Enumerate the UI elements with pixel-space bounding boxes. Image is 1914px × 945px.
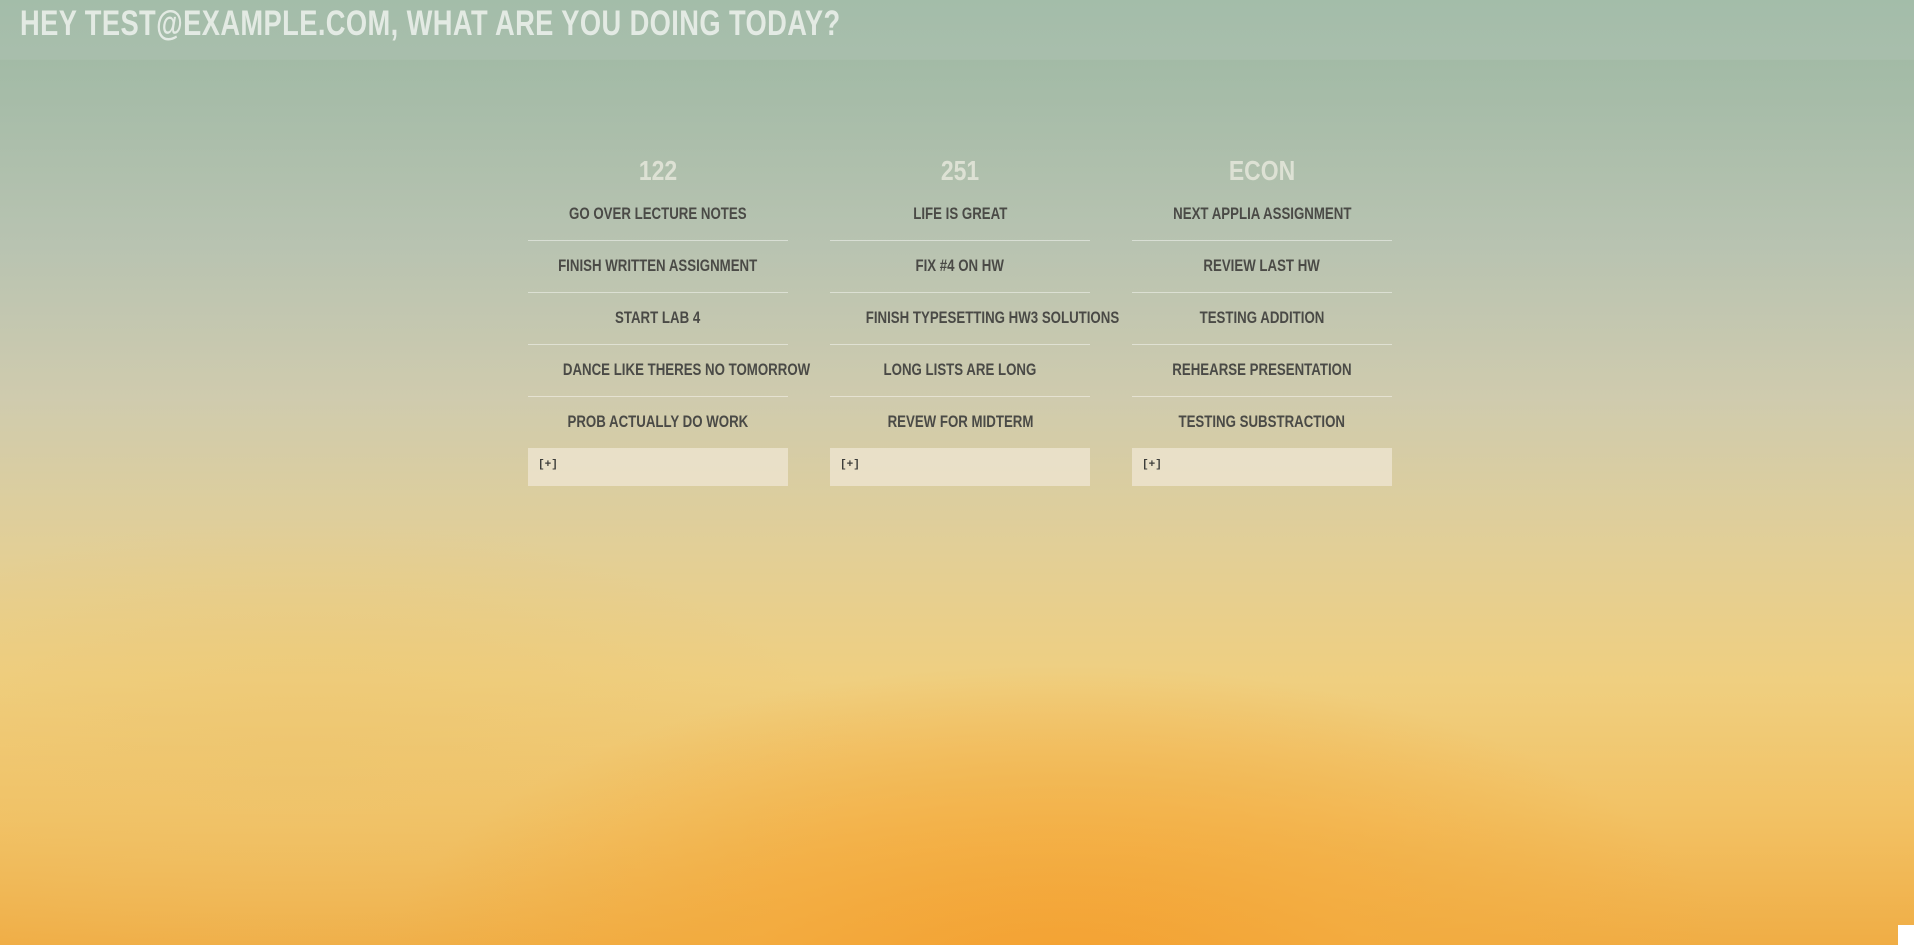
column-251: 251 LIFE IS GREAT FIX #4 ON HW FINISH TY… — [830, 153, 1119, 486]
add-item-input[interactable]: [+] — [830, 448, 1090, 486]
list-item[interactable]: REHEARSE PRESENTATION — [1132, 345, 1392, 397]
header-bar: HEY TEST@EXAMPLE.COM, WHAT ARE YOU DOING… — [0, 0, 1914, 59]
list-item[interactable]: GO OVER LECTURE NOTES — [528, 189, 788, 241]
greeting-title: HEY TEST@EXAMPLE.COM, WHAT ARE YOU DOING… — [20, 4, 841, 43]
list-item[interactable]: TESTING SUBSTRACTION — [1132, 397, 1392, 448]
add-item-input[interactable]: [+] — [1132, 448, 1392, 486]
column-title: 251 — [940, 155, 980, 186]
list-item[interactable]: TESTING ADDITION — [1132, 293, 1392, 345]
list-item[interactable]: FIX #4 ON HW — [830, 241, 1090, 293]
list-item[interactable]: LONG LISTS ARE LONG — [830, 345, 1090, 397]
add-item-label: [+] — [840, 459, 860, 471]
list-item[interactable]: PROB ACTUALLY DO WORK — [528, 397, 788, 448]
add-item-label: [+] — [538, 459, 558, 471]
list-item[interactable]: START LAB 4 — [528, 293, 788, 345]
column-122: 122 GO OVER LECTURE NOTES FINISH WRITTEN… — [528, 153, 810, 486]
add-item-input[interactable]: [+] — [528, 448, 788, 486]
list-item[interactable]: FINISH TYPESETTING HW3 SOLUTIONS — [830, 293, 1119, 345]
column-title: 122 — [638, 155, 678, 186]
list-item[interactable]: DANCE LIKE THERES NO TOMORROW — [528, 345, 810, 397]
list-item[interactable]: REVIEW LAST HW — [1132, 241, 1392, 293]
corner-widget — [1898, 925, 1914, 945]
add-item-label: [+] — [1142, 459, 1162, 471]
list-item[interactable]: REVEW FOR MIDTERM — [830, 397, 1090, 448]
column-econ: ECON NEXT APPLIA ASSIGNMENT REVIEW LAST … — [1132, 153, 1392, 486]
column-title: ECON — [1228, 155, 1296, 186]
task-columns: 122 GO OVER LECTURE NOTES FINISH WRITTEN… — [528, 153, 1392, 486]
list-item[interactable]: FINISH WRITTEN ASSIGNMENT — [528, 241, 788, 293]
list-item[interactable]: LIFE IS GREAT — [830, 189, 1090, 241]
list-item[interactable]: NEXT APPLIA ASSIGNMENT — [1132, 189, 1392, 241]
